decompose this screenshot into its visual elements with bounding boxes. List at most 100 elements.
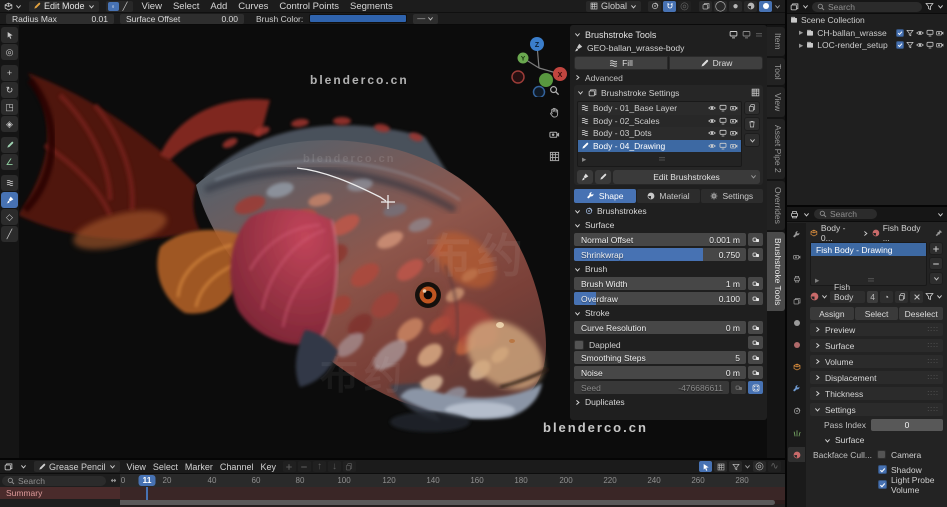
tab-scene-props[interactable] [788,315,805,330]
brush-section-header[interactable]: Brush [574,263,763,275]
advanced-section[interactable]: Advanced [574,72,763,83]
tool-slide-button[interactable]: ╱ [1,226,18,242]
fill-button[interactable]: Fill [574,56,668,70]
monitor-icon[interactable] [719,117,727,125]
zoom-icon[interactable] [549,85,560,96]
animate-property-button[interactable] [748,248,763,261]
mode-selector[interactable]: Edit Mode [29,0,99,12]
surface-offset-field[interactable]: Surface Offset 0.00 [120,13,244,24]
grip-icon[interactable] [755,31,763,39]
camera-icon[interactable] [730,117,738,125]
exclude-funnel-icon[interactable] [906,41,914,49]
select-mode-stroke-button[interactable]: ╱ [120,2,131,11]
delete-layer-button[interactable] [744,117,760,131]
animate-property-button[interactable] [748,321,763,334]
section-preview[interactable]: Preview :::: [810,323,943,336]
monitor-icon[interactable] [719,129,727,137]
shading-material-button[interactable] [744,0,757,12]
unlink-material-button[interactable] [910,290,923,303]
snap-toggle-button[interactable] [663,0,676,12]
orthographic-grid-icon[interactable] [549,151,560,162]
interpolation-button[interactable]: ∿ [768,461,781,472]
eye-icon[interactable] [916,29,924,37]
display-mode-icon[interactable] [729,30,738,39]
menu-select[interactable]: Select [171,1,201,12]
layer-row-drawing-selected[interactable]: Body - 04_Drawing [578,139,741,152]
timeline-filter-button[interactable] [729,461,742,472]
tab-view[interactable]: View [767,87,785,118]
tab-material-props[interactable] [788,447,805,462]
expand-arrow-icon[interactable]: ▸ [815,275,819,286]
edit-brushstrokes-button[interactable]: Edit Brushstrokes [613,170,760,184]
tab-asset-pipe-2[interactable]: Asset Pipe 2 [767,119,785,180]
collection-checkbox[interactable] [896,28,904,37]
material-name-field[interactable]: Fish Body ... [830,282,866,312]
shading-rendered-button[interactable] [759,0,772,12]
breadcrumb-material[interactable]: Fish Body ... [883,223,929,243]
animate-property-button[interactable] [748,292,763,305]
light-probe-checkbox[interactable] [878,480,887,489]
add-slot-button[interactable] [929,242,943,255]
timeline-menu-marker[interactable]: Marker [185,462,213,472]
outliner-row-scene-collection[interactable]: Scene Collection [787,14,947,27]
animate-property-button[interactable] [748,351,763,364]
tool-brush-button[interactable] [1,192,18,208]
monitor-icon[interactable] [926,41,934,49]
dopesheet-editor-icon[interactable] [4,462,13,471]
box-select-button[interactable] [714,461,727,472]
tab-particles-props[interactable] [788,425,805,440]
menu-curves[interactable]: Curves [236,1,270,12]
camera-icon[interactable] [730,142,738,150]
display-mode-2-icon[interactable] [742,30,751,39]
material-users-count[interactable]: 4 [867,290,878,303]
transform-orientation-dropdown[interactable]: Global [585,0,641,12]
menu-view[interactable]: View [140,1,164,12]
current-frame-badge[interactable]: 11 [138,475,156,486]
animate-property-button[interactable] [748,277,763,290]
surface-subsection[interactable]: Surface [810,434,943,446]
tool-pinch-button[interactable]: ◇ [1,209,18,225]
filter-funnel-icon[interactable] [925,292,934,301]
draw-button[interactable]: Draw [669,56,763,70]
menu-segments[interactable]: Segments [348,1,395,12]
tab-object-props[interactable] [788,359,805,374]
filter-funnel-icon[interactable] [925,2,934,11]
camera-view-icon[interactable] [549,129,560,140]
copy-keys-button[interactable] [342,461,356,472]
timeline-menu-view[interactable]: View [127,462,146,472]
dopesheet-mode-dropdown[interactable]: Grease Pencil [34,461,120,472]
exclude-funnel-icon[interactable] [906,29,914,37]
layer-row-dots[interactable]: Body - 03_Dots [578,127,741,140]
fake-user-button[interactable]: ◔ [880,290,893,303]
expand-arrow-icon[interactable]: ▸ [799,40,803,51]
tab-tool[interactable]: Tool [767,57,785,86]
tab-shape[interactable]: Shape [574,189,637,203]
material-sphere-icon[interactable] [810,292,819,301]
curve-resolution-slider[interactable]: Curve Resolution 0 m [574,321,746,334]
duplicate-layer-button[interactable] [744,101,760,115]
tool-comb-button[interactable] [1,175,18,191]
camera-icon[interactable] [730,129,738,137]
outliner-editor-icon[interactable] [790,2,799,11]
show-gizmo-button[interactable] [699,0,712,12]
tab-brushstroke-tools[interactable]: Brushstroke Tools [767,231,785,312]
move-down-button[interactable]: ↓ [327,461,341,472]
timeline-menu-channel[interactable]: Channel [220,462,254,472]
pivot-point-button[interactable] [648,0,661,12]
brush-color-swatch[interactable] [309,14,408,23]
brush-mode-button[interactable] [577,170,593,184]
summary-channel[interactable]: Summary [0,487,120,499]
dappled-checkbox[interactable] [574,339,584,350]
layer-row-scales[interactable]: Body - 02_Scales [578,114,741,127]
expand-arrow-icon[interactable]: ▸ [799,27,803,38]
grip-icon[interactable] [658,155,666,163]
brush-width-slider[interactable]: Brush Width 1 m [574,277,746,290]
normal-offset-slider[interactable]: Normal Offset 0.001 m [574,233,746,246]
eye-icon[interactable] [916,41,924,49]
select-mode-point-button[interactable]: ◦ [107,1,119,11]
collection-checkbox[interactable] [896,41,904,50]
randomize-seed-button[interactable] [748,381,763,394]
slot-specials-button[interactable] [929,272,943,285]
surface-section-header[interactable]: Surface [574,219,763,231]
dappled-checkbox-row[interactable]: Dappled [574,338,746,351]
